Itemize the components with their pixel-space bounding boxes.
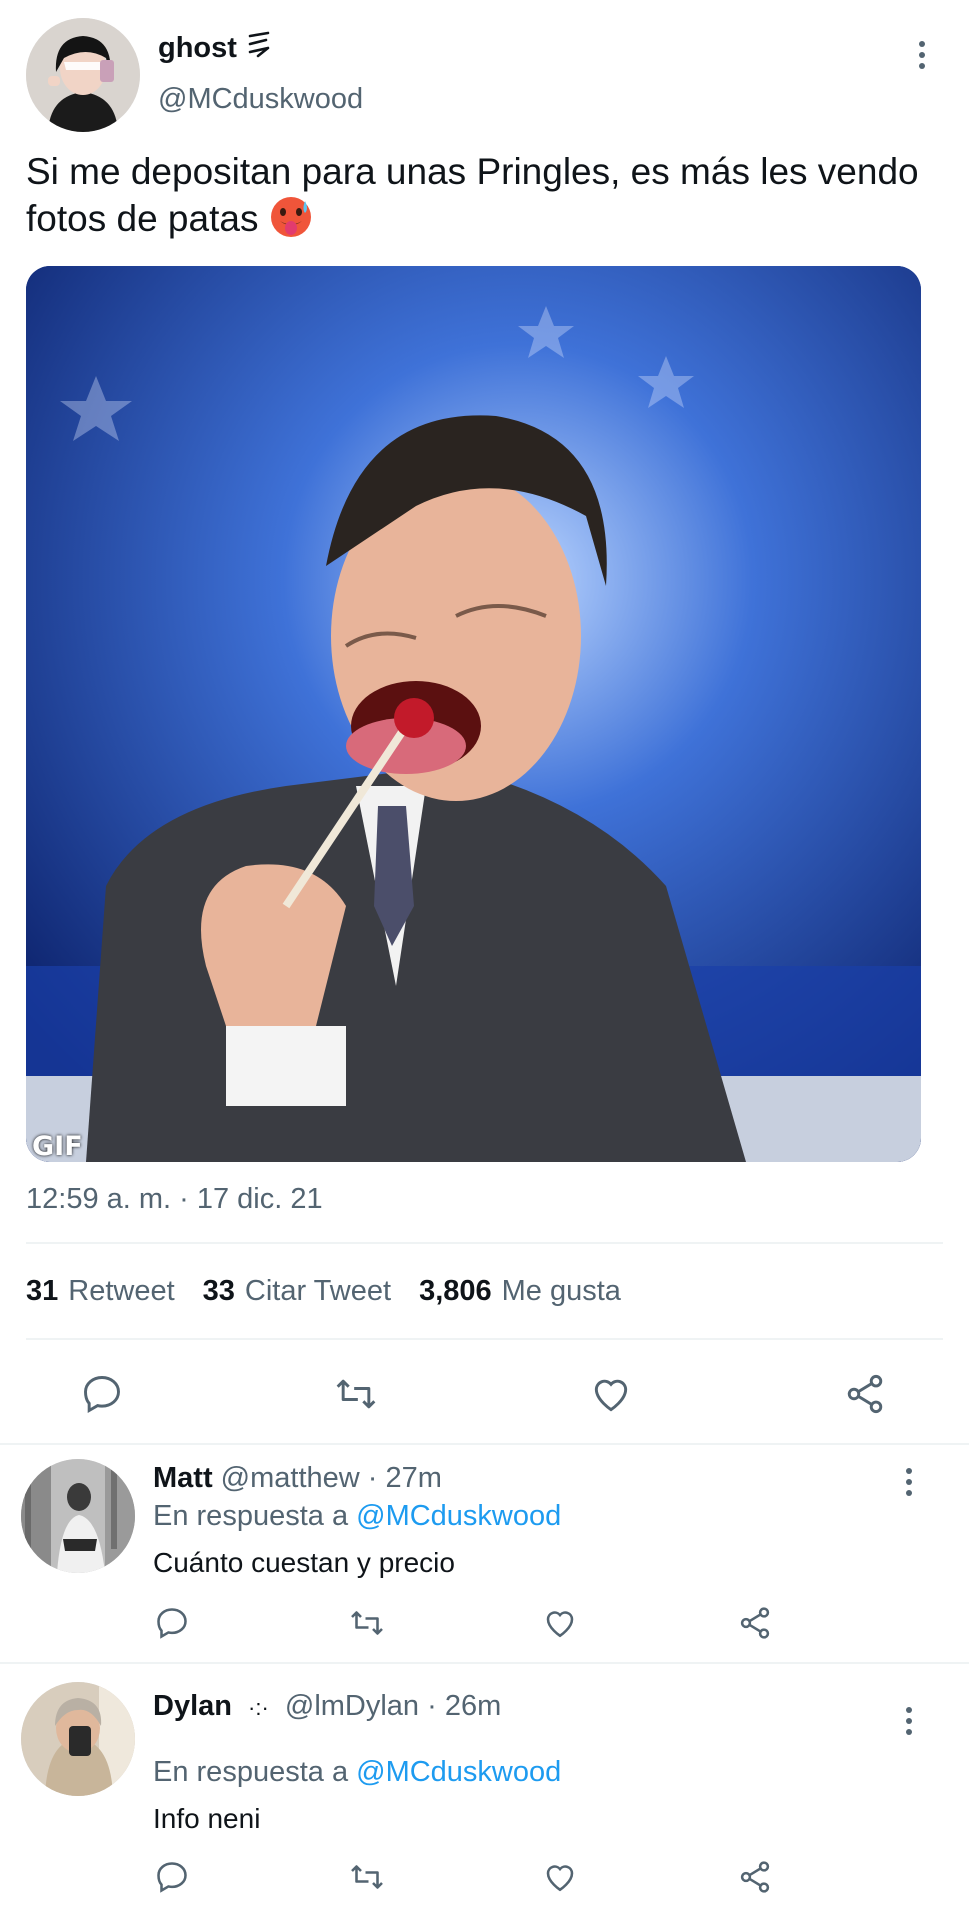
- share-icon[interactable]: [737, 1605, 773, 1641]
- reply-to-mention[interactable]: @MCduskwood: [356, 1756, 561, 1788]
- reply-to-line: En respuesta a @MCduskwood: [153, 1500, 561, 1533]
- tweet-text-body: Si me depositan para unas Pringles, es m…: [26, 151, 919, 239]
- like-count: 3,806: [419, 1275, 492, 1307]
- quote-stat[interactable]: 33 Citar Tweet: [203, 1275, 391, 1308]
- more-icon[interactable]: [894, 1701, 924, 1741]
- author-name[interactable]: ghost: [158, 32, 237, 65]
- reply-icon[interactable]: [154, 1859, 190, 1895]
- reply-to-mention[interactable]: @MCduskwood: [356, 1500, 561, 1532]
- like-icon[interactable]: [542, 1605, 578, 1641]
- reply-text: Cuánto cuestan y precio: [153, 1547, 455, 1578]
- retweet-icon[interactable]: [333, 1372, 379, 1416]
- retweet-icon[interactable]: [348, 1605, 386, 1641]
- quote-count: 33: [202, 1275, 235, 1307]
- more-icon[interactable]: [907, 35, 937, 75]
- quote-label: Citar Tweet: [244, 1275, 392, 1307]
- reply-tweet[interactable]: Dylan ·:· @lmDylan · 26m En respuesta a …: [0, 1664, 969, 1920]
- reply-tweet[interactable]: Matt @matthew · 27m En respuesta a @MCdu…: [0, 1445, 969, 1662]
- reply-avatar[interactable]: [21, 1459, 135, 1573]
- reply-to-line: En respuesta a @MCduskwood: [153, 1756, 561, 1789]
- divider: [26, 1242, 943, 1244]
- retweet-icon[interactable]: [348, 1859, 386, 1895]
- reply-header: Dylan ·:· @lmDylan · 26m: [153, 1690, 501, 1723]
- author-avatar[interactable]: [26, 18, 140, 132]
- like-icon[interactable]: [542, 1859, 578, 1895]
- reply-header: Matt @matthew · 27m: [153, 1462, 442, 1495]
- tweet-text: Si me depositan para unas Pringles, es m…: [26, 148, 926, 242]
- reply-author-name[interactable]: Dylan: [153, 1690, 232, 1722]
- reply-text: Info neni: [153, 1803, 261, 1834]
- share-icon[interactable]: [843, 1372, 887, 1416]
- retweet-count: 31: [26, 1275, 59, 1307]
- reply-icon[interactable]: [154, 1605, 190, 1641]
- divider: [26, 1338, 943, 1340]
- reply-author-badge: ·:·: [248, 1695, 269, 1720]
- share-icon[interactable]: [737, 1859, 773, 1895]
- retweet-label: Retweet: [68, 1275, 175, 1307]
- author-handle[interactable]: @MCduskwood: [158, 83, 363, 116]
- reply-handle-time[interactable]: @matthew · 27m: [221, 1462, 442, 1494]
- tweet-actions: [0, 1362, 969, 1422]
- reply-author-name[interactable]: Matt: [153, 1462, 213, 1494]
- retweet-stat[interactable]: 31 Retweet: [26, 1275, 175, 1308]
- more-icon[interactable]: [894, 1462, 924, 1502]
- like-label: Me gusta: [501, 1275, 621, 1307]
- like-stat[interactable]: 3,806 Me gusta: [419, 1275, 621, 1308]
- main-tweet: ghost @MCduskwood Si me depositan para u…: [0, 0, 969, 1443]
- reply-avatar[interactable]: [21, 1682, 135, 1796]
- author-badge-icon: [246, 30, 274, 67]
- hot-face-emoji: [269, 195, 313, 239]
- reply-to-prefix: En respuesta a: [153, 1500, 349, 1532]
- tweet-stats: 31 Retweet 33 Citar Tweet 3,806 Me gusta: [26, 1275, 621, 1308]
- tweet-timestamp[interactable]: 12:59 a. m. · 17 dic. 21: [26, 1183, 323, 1216]
- gif-frame: [26, 266, 921, 1162]
- gif-badge: GIF: [32, 1131, 83, 1162]
- tweet-media-gif[interactable]: GIF: [26, 266, 921, 1162]
- reply-handle-time[interactable]: @lmDylan · 26m: [285, 1690, 501, 1722]
- reply-to-prefix: En respuesta a: [153, 1756, 349, 1788]
- like-icon[interactable]: [589, 1372, 633, 1416]
- reply-icon[interactable]: [80, 1372, 124, 1416]
